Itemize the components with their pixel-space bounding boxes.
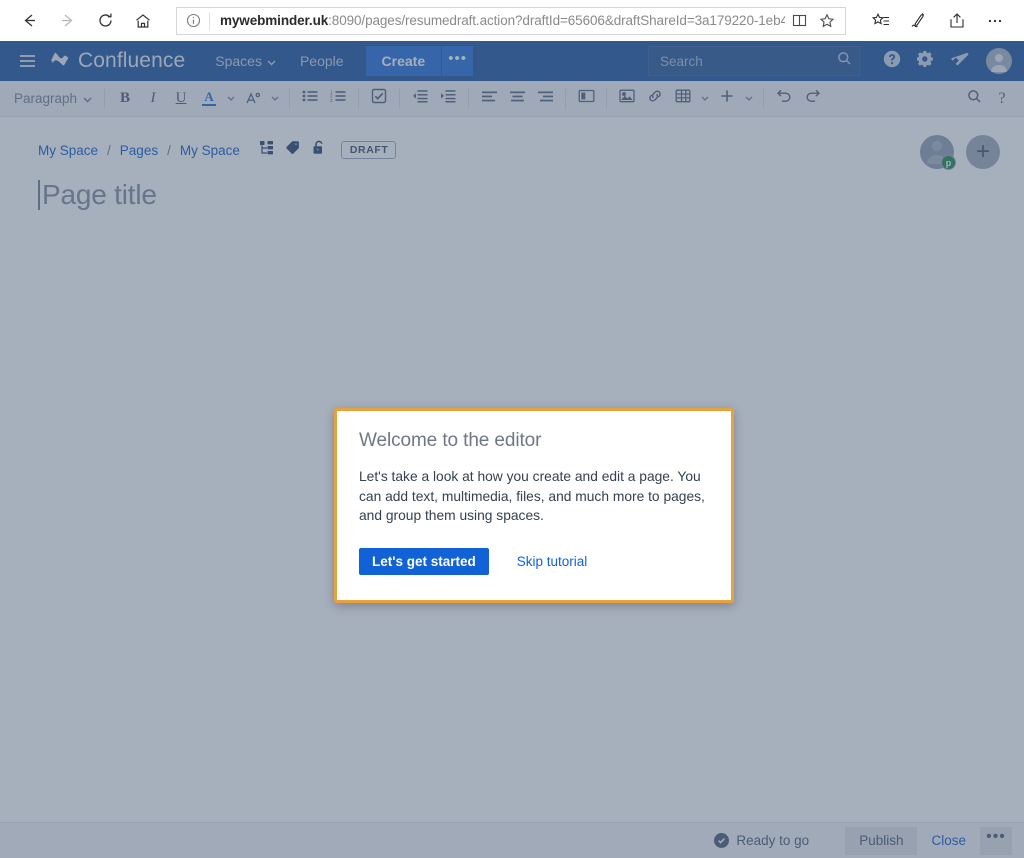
reading-view-icon[interactable] (785, 8, 813, 34)
dialog-body-text: Let's take a look at how you create and … (359, 469, 705, 523)
star-icon[interactable] (813, 8, 841, 34)
home-icon (134, 12, 152, 30)
share-icon[interactable] (938, 4, 976, 38)
lets-get-started-button[interactable]: Let's get started (359, 547, 489, 575)
welcome-tutorial-dialog: Welcome to the editor Let's take a look … (334, 408, 734, 603)
refresh-icon (97, 12, 114, 29)
skip-tutorial-link[interactable]: Skip tutorial (517, 554, 588, 569)
url-host: mywebminder.uk (220, 13, 329, 28)
browser-toolbar: mywebminder.uk:8090/pages/resumedraft.ac… (0, 0, 1024, 41)
ellipsis-icon[interactable] (976, 4, 1014, 38)
url-text[interactable]: mywebminder.uk:8090/pages/resumedraft.ac… (210, 13, 785, 28)
home-button[interactable] (124, 4, 162, 38)
pen-note-icon[interactable] (900, 4, 938, 38)
back-button[interactable] (10, 4, 48, 38)
refresh-button[interactable] (86, 4, 124, 38)
dialog-actions: Let's get started Skip tutorial (359, 547, 709, 575)
url-path: :8090/pages/resumedraft.action?draftId=6… (328, 13, 785, 28)
forward-button[interactable] (48, 4, 86, 38)
arrow-right-icon (58, 11, 77, 30)
site-info-icon[interactable] (177, 8, 209, 34)
favorites-list-icon[interactable] (862, 4, 900, 38)
dialog-title: Welcome to the editor (359, 430, 542, 451)
address-bar[interactable]: mywebminder.uk:8090/pages/resumedraft.ac… (176, 6, 846, 35)
arrow-left-icon (20, 11, 39, 30)
confluence-app: Confluence Spaces People Create ••• (0, 41, 1024, 858)
